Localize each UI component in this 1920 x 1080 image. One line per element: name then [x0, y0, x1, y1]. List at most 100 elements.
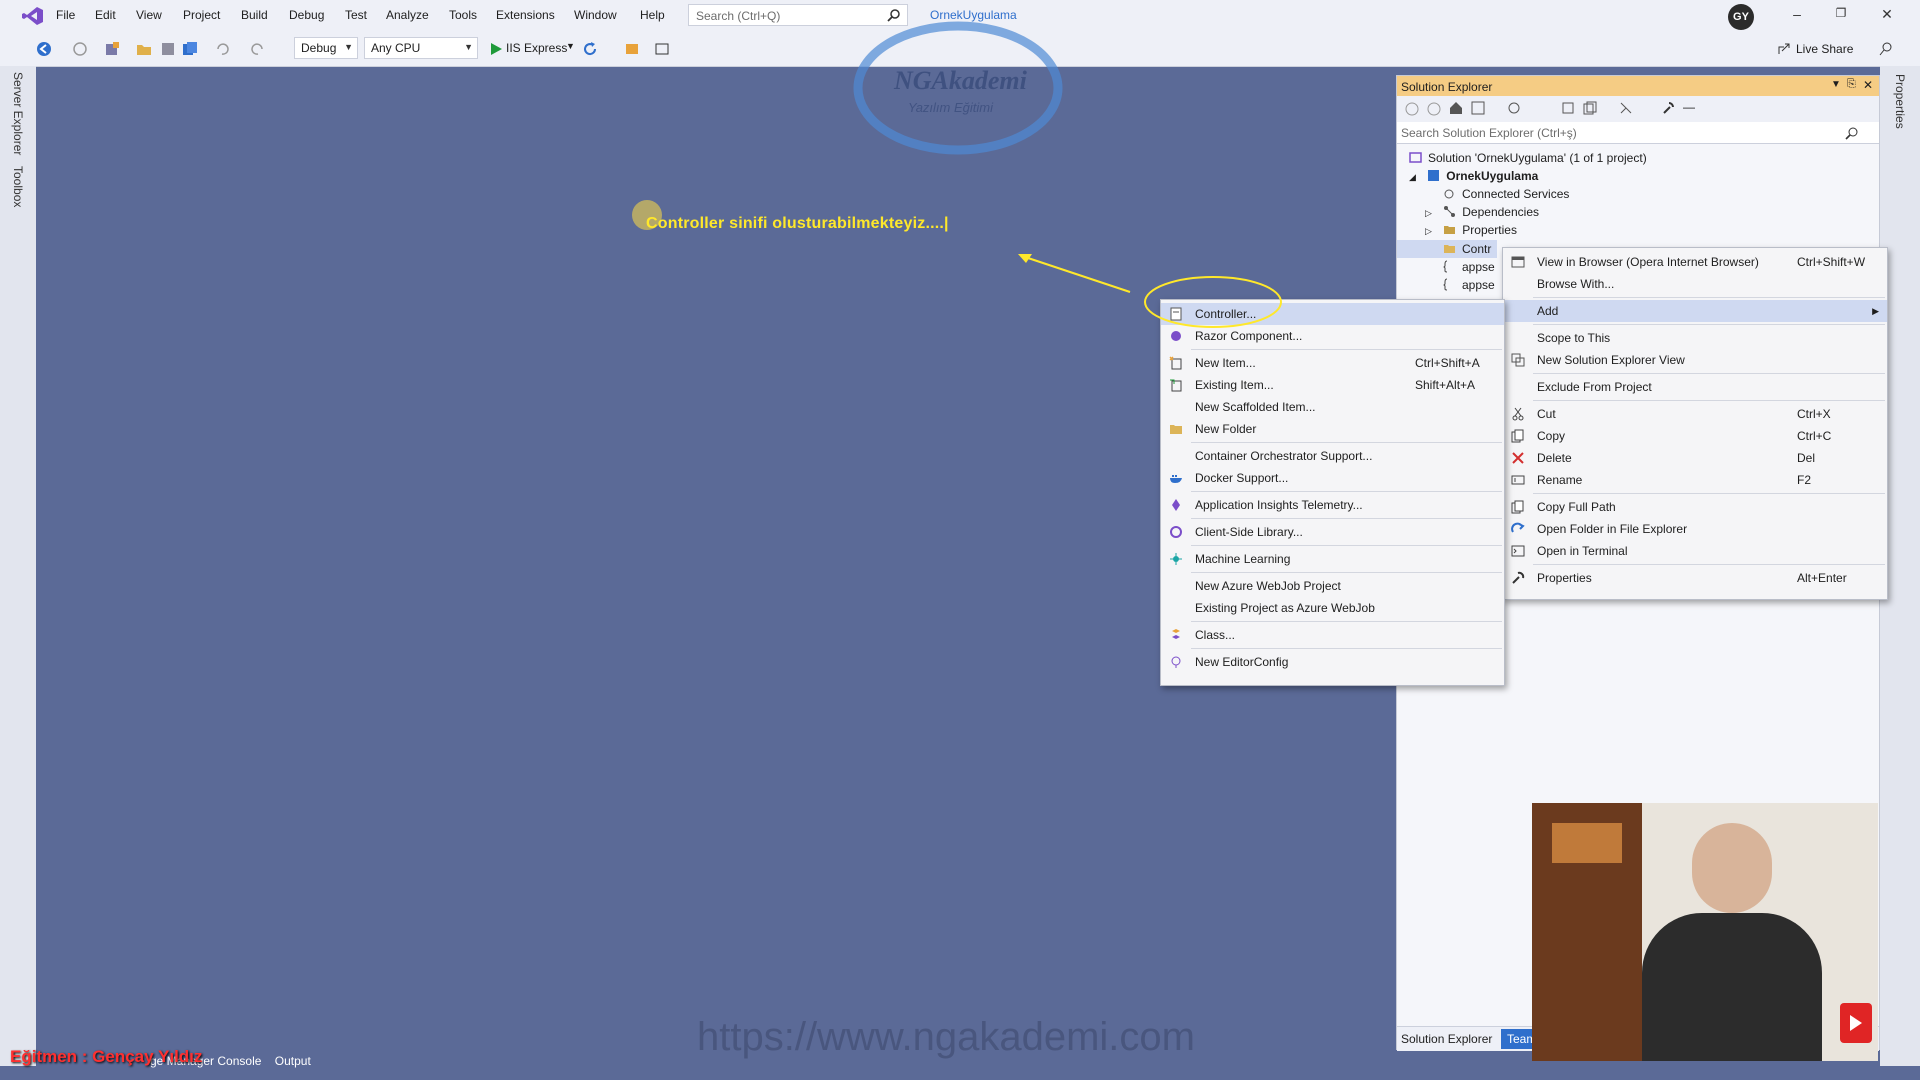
add-item-new-folder[interactable]: New Folder — [1161, 418, 1504, 440]
menu-item-cut[interactable]: Cut Ctrl+X — [1503, 403, 1887, 425]
add-item-existing-project-as-azure-webjob[interactable]: Existing Project as Azure WebJob — [1161, 597, 1504, 619]
se-back-icon[interactable] — [1405, 102, 1419, 116]
avatar[interactable]: GY — [1728, 4, 1754, 30]
terminal-icon — [1511, 545, 1525, 557]
platform-value: Any CPU — [371, 41, 421, 55]
menu-window[interactable]: Window — [574, 8, 617, 22]
menu-item-open-folder-in-file-explorer[interactable]: Open Folder in File Explorer — [1503, 518, 1887, 540]
tree-project-label: OrnekUygulama — [1446, 169, 1539, 183]
folder-icon — [1170, 425, 1182, 434]
menu-tools[interactable]: Tools — [449, 8, 477, 22]
expanded-icon[interactable]: ◢ — [1409, 172, 1416, 182]
tree-item-controllers[interactable]: Contr — [1397, 240, 1497, 258]
refresh-icon[interactable] — [582, 41, 598, 57]
redo-icon[interactable] — [250, 41, 266, 57]
add-item-docker-support[interactable]: Docker Support... — [1161, 467, 1504, 489]
menu-extensions[interactable]: Extensions — [496, 8, 555, 22]
tree-item-connected-services[interactable]: Connected Services — [1443, 187, 1569, 201]
menu-item-properties[interactable]: Properties Alt+Enter — [1503, 567, 1887, 589]
new-project-icon[interactable] — [104, 41, 120, 57]
add-item-new-editorconfig[interactable]: New EditorConfig — [1161, 651, 1504, 673]
add-item-new-item[interactable]: New Item... Ctrl+Shift+A — [1161, 352, 1504, 374]
se-forward-icon[interactable] — [1427, 102, 1441, 116]
browser-link-icon[interactable] — [624, 41, 640, 57]
dependencies-icon — [1444, 206, 1456, 217]
menu-analyze[interactable]: Analyze — [386, 8, 429, 22]
history-icon[interactable] — [1507, 101, 1521, 115]
tree-item-appsettings-dev[interactable]: appse — [1443, 278, 1495, 292]
menu-edit[interactable]: Edit — [95, 8, 116, 22]
tree-item-properties[interactable]: ▷ Properties — [1425, 223, 1517, 237]
restore-icon[interactable]: ❐ — [1830, 6, 1852, 26]
menu-view[interactable]: View — [136, 8, 162, 22]
menu-item-copy[interactable]: Copy Ctrl+C — [1503, 425, 1887, 447]
show-all-files-icon[interactable] — [1583, 101, 1597, 115]
undo-icon[interactable] — [214, 41, 230, 57]
menu-item-rename[interactable]: Rename F2 — [1503, 469, 1887, 491]
add-item-client-side-library[interactable]: Client-Side Library... — [1161, 521, 1504, 543]
tab-solution-explorer[interactable]: Solution Explorer — [1401, 1032, 1492, 1046]
tree-item-dependencies[interactable]: ▷ Dependencies — [1425, 205, 1539, 219]
menu-item-add[interactable]: Add ▶ — [1503, 300, 1887, 322]
open-icon[interactable] — [136, 41, 152, 57]
pending-changes-icon[interactable] — [1619, 101, 1633, 115]
properties-wrench-icon[interactable] — [1661, 101, 1675, 115]
menu-project[interactable]: Project — [183, 8, 220, 22]
add-item-application-insights-telemetry[interactable]: Application Insights Telemetry... — [1161, 494, 1504, 516]
menu-item-new-solution-explorer-view[interactable]: New Solution Explorer View — [1503, 349, 1887, 371]
tree-solution[interactable]: Solution 'OrnekUygulama' (1 of 1 project… — [1409, 151, 1647, 165]
add-item-new-azure-webjob-project[interactable]: New Azure WebJob Project — [1161, 575, 1504, 597]
menu-item-delete[interactable]: Delete Del — [1503, 447, 1887, 469]
tab-output[interactable]: Output — [275, 1054, 311, 1068]
run-target-dropdown-icon[interactable]: ▼ — [566, 41, 575, 51]
collapsed-icon[interactable]: ▷ — [1425, 208, 1432, 218]
add-item-new-scaffolded-item[interactable]: New Scaffolded Item... — [1161, 396, 1504, 418]
menu-file[interactable]: File — [56, 8, 75, 22]
add-item-machine-learning[interactable]: Machine Learning — [1161, 548, 1504, 570]
toolbox-tab[interactable]: Toolbox — [11, 166, 25, 207]
menu-test[interactable]: Test — [345, 8, 367, 22]
menu-help[interactable]: Help — [640, 8, 665, 22]
preview-icon[interactable]: — — [1683, 100, 1695, 114]
run-target-button[interactable]: IIS Express — [506, 41, 567, 55]
forward-icon[interactable] — [72, 41, 88, 57]
save-icon[interactable] — [160, 41, 176, 57]
menu-item-view-in-browser-opera-internet-browser[interactable]: View in Browser (Opera Internet Browser)… — [1503, 251, 1887, 273]
menu-debug[interactable]: Debug — [289, 8, 324, 22]
menu-item-copy-full-path[interactable]: Copy Full Path — [1503, 496, 1887, 518]
tree-item-appsettings[interactable]: appse — [1443, 260, 1495, 274]
switch-views-icon[interactable] — [1471, 101, 1485, 115]
collapse-all-icon[interactable] — [1561, 101, 1575, 115]
feedback-icon[interactable] — [1878, 41, 1894, 57]
screenshot-icon[interactable] — [654, 41, 670, 57]
minimize-icon[interactable]: – — [1786, 6, 1808, 26]
save-all-icon[interactable] — [182, 41, 198, 57]
configuration-select[interactable]: Debug ▼ — [294, 37, 358, 59]
back-icon[interactable] — [36, 41, 52, 57]
platform-select[interactable]: Any CPU ▼ — [364, 37, 478, 59]
server-explorer-tab[interactable]: Server Explorer — [11, 72, 25, 155]
panel-options-icon[interactable]: ▼ — [1831, 79, 1841, 90]
collapsed-icon[interactable]: ▷ — [1425, 226, 1432, 236]
menu-build[interactable]: Build — [241, 8, 268, 22]
menu-item-open-in-terminal[interactable]: Open in Terminal — [1503, 540, 1887, 562]
add-item-container-orchestrator-support[interactable]: Container Orchestrator Support... — [1161, 445, 1504, 467]
home-icon[interactable] — [1449, 101, 1463, 115]
editorconfig-icon — [1171, 656, 1181, 668]
menu-item-scope-to-this[interactable]: Scope to This — [1503, 327, 1887, 349]
tree-project[interactable]: ◢ OrnekUygulama — [1409, 169, 1538, 183]
menu-item-browse-with[interactable]: Browse With... — [1503, 273, 1887, 295]
menu-item-exclude-from-project[interactable]: Exclude From Project — [1503, 376, 1887, 398]
pin-icon[interactable]: ⎘ — [1847, 78, 1856, 91]
solution-explorer-search-input[interactable]: Search Solution Explorer (Ctrl+ş) — [1397, 122, 1879, 144]
add-item-class[interactable]: Class... — [1161, 624, 1504, 646]
add-item-existing-item[interactable]: Existing Item... Shift+Alt+A — [1161, 374, 1504, 396]
menu-item-label: Add — [1537, 304, 1559, 318]
live-share-icon[interactable] — [1776, 41, 1792, 57]
tree-solution-label: Solution 'OrnekUygulama' (1 of 1 project… — [1428, 151, 1647, 165]
properties-tab[interactable]: Properties — [1893, 74, 1907, 129]
live-share-button[interactable]: Live Share — [1796, 42, 1853, 56]
close-icon[interactable]: ✕ — [1876, 6, 1898, 26]
panel-close-icon[interactable]: ✕ — [1863, 78, 1873, 92]
run-icon[interactable] — [488, 41, 504, 57]
